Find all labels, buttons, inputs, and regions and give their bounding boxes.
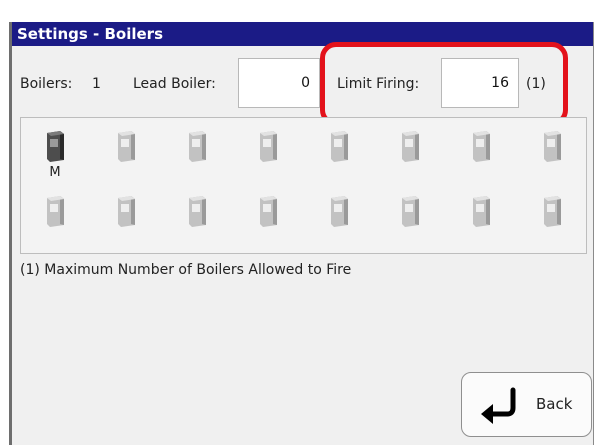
boiler-icon[interactable] (541, 129, 563, 163)
boiler-icon[interactable] (399, 194, 421, 228)
boilers-count: 1 (92, 76, 101, 92)
boiler-icon[interactable] (44, 194, 66, 228)
lead-boiler-label: Lead Boiler: (133, 76, 216, 92)
boiler-icon[interactable] (328, 194, 350, 228)
back-label: Back (536, 395, 573, 413)
limit-firing-input[interactable]: 16 (441, 58, 519, 108)
footnote: (1) Maximum Number of Boilers Allowed to… (20, 262, 352, 278)
boiler-icon[interactable] (470, 129, 492, 163)
boiler-icon[interactable] (186, 129, 208, 163)
back-button[interactable]: Back (461, 372, 592, 437)
boiler-status-label: M (49, 165, 61, 180)
boiler-icon[interactable] (399, 129, 421, 163)
boiler-icon[interactable] (257, 129, 279, 163)
limit-firing-label: Limit Firing: (337, 76, 420, 92)
boiler-icon[interactable] (328, 129, 350, 163)
limit-firing-footnote-ref: (1) (526, 76, 546, 92)
boiler-icon[interactable] (470, 194, 492, 228)
boiler-icon[interactable] (44, 129, 66, 163)
boiler-grid: M (20, 117, 587, 254)
boiler-icon[interactable] (257, 194, 279, 228)
window-title: Settings - Boilers (12, 22, 593, 46)
back-arrow-icon (477, 386, 521, 428)
boiler-icon[interactable] (541, 194, 563, 228)
boiler-icon[interactable] (115, 194, 137, 228)
boiler-icon[interactable] (186, 194, 208, 228)
boilers-label: Boilers: (20, 76, 73, 92)
boiler-icon[interactable] (115, 129, 137, 163)
lead-boiler-input[interactable]: 0 (238, 58, 320, 108)
